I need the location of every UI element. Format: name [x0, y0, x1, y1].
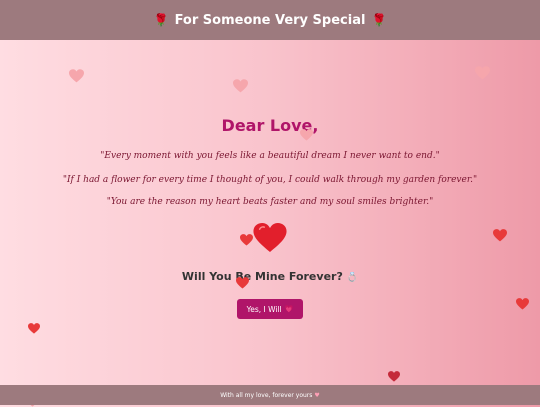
heart-icon: 💗 — [284, 305, 294, 313]
heart-icon: ♥ — [314, 391, 320, 399]
big-heart-icon — [253, 223, 287, 252]
rose-icon: 🌹 — [153, 13, 169, 27]
header-title: For Someone Very Special — [174, 12, 366, 28]
love-quote: "Every moment with you feels like a beau… — [100, 151, 440, 161]
question-text: Will You Be Mine Forever? — [181, 270, 343, 283]
heart-icon — [28, 323, 40, 334]
love-quote: "You are the reason my heart beats faste… — [106, 197, 434, 207]
page-header: 🌹 For Someone Very Special 🌹 — [0, 0, 540, 40]
heart-icon — [300, 129, 313, 141]
heart-icon — [69, 69, 84, 83]
heart-icon — [233, 79, 248, 93]
heart-icon — [493, 229, 507, 242]
footer-text: With all my love, forever yours — [220, 391, 313, 399]
ring-icon: 💍 — [346, 273, 359, 283]
heart-icon — [240, 234, 253, 246]
greeting-title: Dear Love, — [221, 116, 319, 135]
heart-icon — [475, 66, 490, 80]
love-quote: "If I had a flower for every time I thou… — [62, 175, 478, 185]
rose-icon: 🌹 — [371, 13, 387, 27]
heart-icon — [388, 371, 400, 382]
page-footer: With all my love, forever yours ♥ — [0, 385, 540, 405]
yes-button[interactable]: Yes, I Will 💗 — [237, 299, 303, 319]
proposal-question: Will You Be Mine Forever? 💍 — [0, 270, 540, 283]
letter-area: Dear Love, "Every moment with you feels … — [0, 40, 540, 385]
yes-button-label: Yes, I Will — [246, 304, 282, 314]
heart-icon — [516, 298, 529, 310]
heart-icon — [236, 277, 249, 289]
